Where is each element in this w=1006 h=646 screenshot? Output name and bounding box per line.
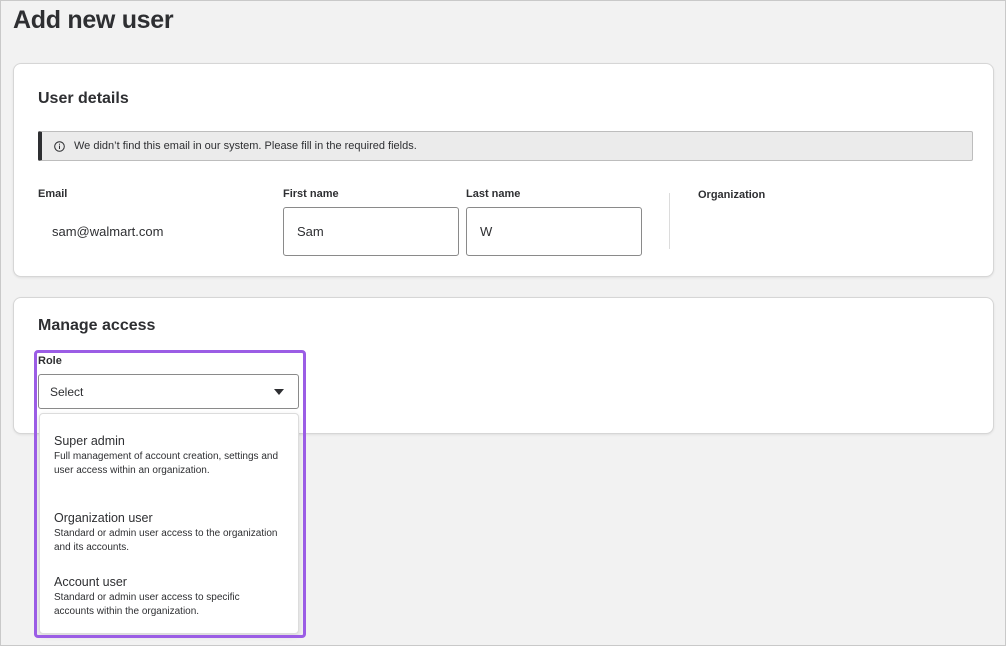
last-name-input[interactable] xyxy=(466,207,642,256)
email-label: Email xyxy=(38,188,68,200)
chevron-down-icon xyxy=(274,388,284,395)
last-name-label: Last name xyxy=(466,188,521,200)
role-option-title: Account user xyxy=(54,575,127,589)
role-option-super-admin[interactable]: Super admin Full management of account c… xyxy=(54,433,279,478)
first-name-input[interactable] xyxy=(283,207,459,256)
user-details-title: User details xyxy=(38,90,129,107)
page: Add new user User details We didn’t find… xyxy=(0,0,1006,646)
role-option-organization-user[interactable]: Organization user Standard or admin user… xyxy=(54,510,279,555)
manage-access-title: Manage access xyxy=(38,317,156,334)
role-label: Role xyxy=(38,355,62,367)
role-select-value: Select xyxy=(50,384,84,399)
role-select[interactable]: Select xyxy=(38,374,299,409)
first-name-label: First name xyxy=(283,188,339,200)
role-option-account-user[interactable]: Account user Standard or admin user acce… xyxy=(54,574,279,619)
role-option-title: Super admin xyxy=(54,434,125,448)
role-dropdown-menu: Super admin Full management of account c… xyxy=(39,413,299,634)
email-value: sam@walmart.com xyxy=(52,224,164,239)
info-alert: We didn’t find this email in our system.… xyxy=(38,131,973,161)
alert-message: We didn’t find this email in our system.… xyxy=(74,140,417,152)
role-option-description: Standard or admin user access to specifi… xyxy=(54,592,240,617)
role-option-description: Full management of account creation, set… xyxy=(54,451,279,476)
info-icon xyxy=(54,140,65,152)
organization-label: Organization xyxy=(698,189,766,201)
role-option-title: Organization user xyxy=(54,511,153,525)
page-title: Add new user xyxy=(13,6,174,34)
role-option-description: Standard or admin user access to the org… xyxy=(54,528,278,553)
vertical-divider xyxy=(669,193,670,249)
